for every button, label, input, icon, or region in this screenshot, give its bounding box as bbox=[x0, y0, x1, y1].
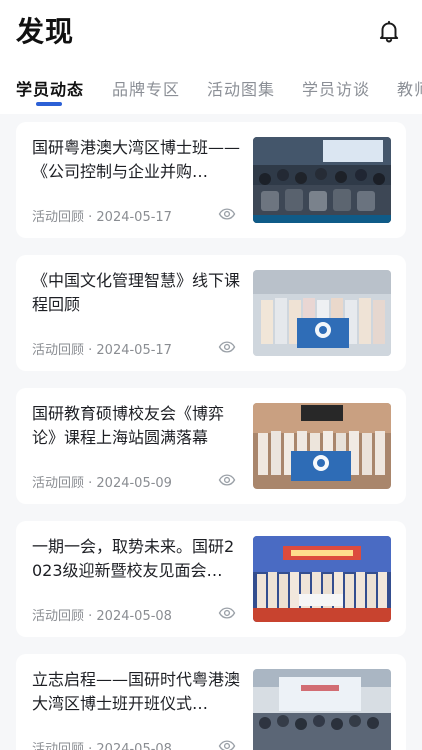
article-title: 《中国文化管理智慧》线下课程回顾 bbox=[32, 271, 241, 314]
eye-icon bbox=[218, 607, 236, 619]
article-meta: 活动回顾 · 2024-05-17 bbox=[32, 210, 172, 225]
tab-brand-zone[interactable]: 品牌专区 bbox=[112, 76, 180, 100]
discover-page: 发现 学员动态 品牌专区 活动图集 学员访谈 教师 国研粤港澳大湾区博士班——《… bbox=[0, 0, 422, 750]
article-card[interactable]: 《中国文化管理智慧》线下课程回顾 活动回顾 · 2024-05-17 bbox=[16, 255, 406, 371]
eye-icon bbox=[218, 341, 236, 353]
article-card[interactable]: 一期一会，取势未来。国研2023级迎新暨校友见面会… 活动回顾 · 2024-0… bbox=[16, 521, 406, 637]
tab-student-news[interactable]: 学员动态 bbox=[16, 76, 84, 100]
eye-icon bbox=[218, 208, 236, 220]
article-thumbnail bbox=[253, 270, 391, 356]
category-tabs: 学员动态 品牌专区 活动图集 学员访谈 教师 bbox=[0, 70, 422, 114]
eye-icon bbox=[218, 474, 236, 486]
article-meta: 活动回顾 · 2024-05-08 bbox=[32, 609, 172, 624]
article-title: 立志启程——国研时代粤港澳大湾区博士班开班仪式… bbox=[32, 670, 241, 713]
article-card[interactable]: 国研教育硕博校友会《博弈论》课程上海站圆满落幕 活动回顾 · 2024-05-0… bbox=[16, 388, 406, 504]
article-card[interactable]: 国研粤港澳大湾区博士班——《公司控制与企业并购… 活动回顾 · 2024-05-… bbox=[16, 122, 406, 238]
article-card[interactable]: 立志启程——国研时代粤港澳大湾区博士班开班仪式… 活动回顾 · 2024-05-… bbox=[16, 654, 406, 750]
article-meta: 活动回顾 · 2024-05-09 bbox=[32, 476, 172, 491]
article-thumbnail bbox=[253, 669, 391, 750]
eye-icon bbox=[218, 740, 236, 750]
tab-student-interviews[interactable]: 学员访谈 bbox=[302, 76, 370, 100]
article-title: 国研粤港澳大湾区博士班——《公司控制与企业并购… bbox=[32, 138, 241, 181]
article-meta: 活动回顾 · 2024-05-08 bbox=[32, 742, 172, 750]
tab-activity-gallery[interactable]: 活动图集 bbox=[207, 76, 275, 100]
active-tab-indicator bbox=[36, 102, 62, 106]
page-title: 发现 bbox=[16, 15, 75, 48]
article-title: 一期一会，取势未来。国研2023级迎新暨校友见面会… bbox=[32, 537, 235, 580]
article-thumbnail bbox=[253, 536, 391, 622]
article-title: 国研教育硕博校友会《博弈论》课程上海站圆满落幕 bbox=[32, 404, 225, 447]
header: 发现 bbox=[0, 0, 422, 70]
bell-icon[interactable] bbox=[376, 18, 402, 44]
article-thumbnail bbox=[253, 403, 391, 489]
tab-teachers[interactable]: 教师 bbox=[397, 76, 422, 100]
article-thumbnail bbox=[253, 137, 391, 223]
article-meta: 活动回顾 · 2024-05-17 bbox=[32, 343, 172, 358]
